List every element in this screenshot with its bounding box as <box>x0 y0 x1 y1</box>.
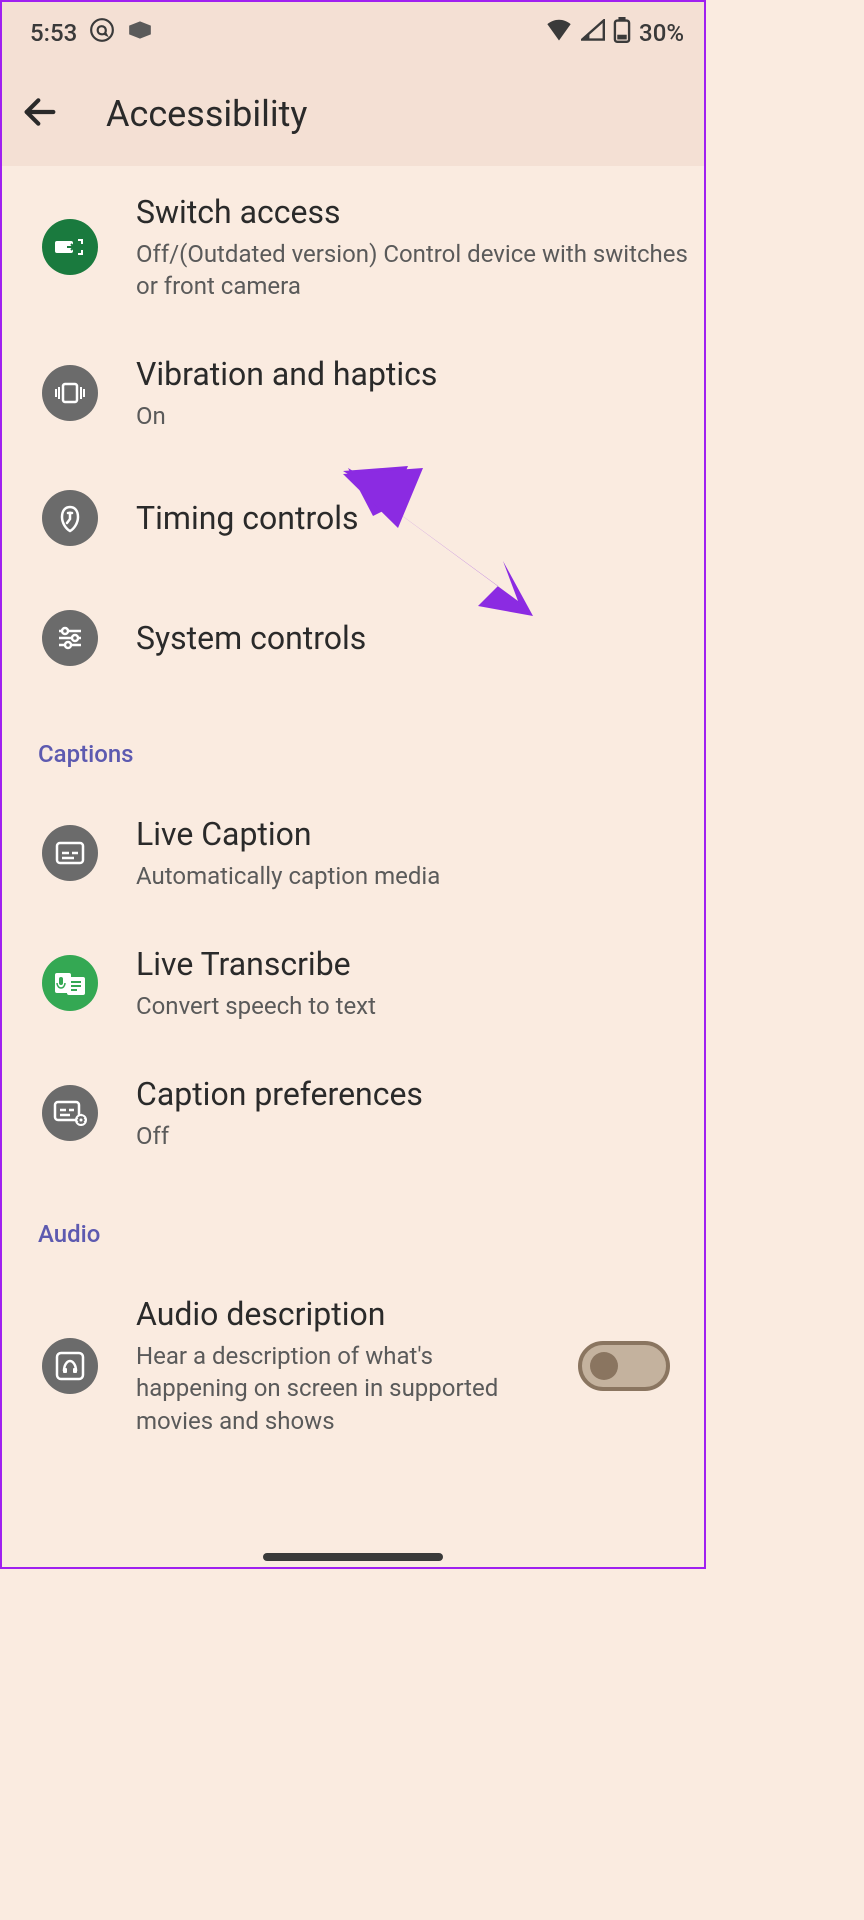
item-live-transcribe[interactable]: Live Transcribe Convert speech to text <box>2 918 704 1048</box>
item-title: Timing controls <box>136 498 692 540</box>
caption-preferences-icon <box>42 1085 98 1141</box>
item-title: Live Transcribe <box>136 944 692 986</box>
live-caption-icon <box>42 825 98 881</box>
item-title: Switch access <box>136 192 692 234</box>
status-left: 5:53 <box>30 17 153 49</box>
item-subtitle: On <box>136 400 692 432</box>
battery-percent: 30% <box>639 19 684 47</box>
section-audio: Audio <box>2 1178 704 1268</box>
item-title: Audio description <box>136 1294 540 1336</box>
audio-description-icon <box>42 1338 98 1394</box>
item-subtitle: Hear a description of what's happening o… <box>136 1340 540 1437</box>
signal-icon <box>581 19 605 47</box>
item-subtitle: Off/(Outdated version) Control device wi… <box>136 238 692 303</box>
wifi-icon <box>545 19 573 47</box>
back-button[interactable] <box>20 92 60 136</box>
item-title: Vibration and haptics <box>136 354 692 396</box>
live-transcribe-icon <box>42 955 98 1011</box>
vibration-icon <box>42 365 98 421</box>
switch-access-icon <box>42 219 98 275</box>
item-timing-controls[interactable]: Timing controls <box>2 458 704 578</box>
status-bar: 5:53 30% <box>2 2 704 64</box>
item-caption-preferences[interactable]: Caption preferences Off <box>2 1048 704 1178</box>
header-bar: Accessibility <box>2 64 704 166</box>
item-audio-description[interactable]: Audio description Hear a description of … <box>2 1268 704 1463</box>
item-system-controls[interactable]: System controls <box>2 578 704 698</box>
item-subtitle: Convert speech to text <box>136 990 692 1022</box>
item-subtitle: Off <box>136 1120 692 1152</box>
item-live-caption[interactable]: Live Caption Automatically caption media <box>2 788 704 918</box>
item-switch-access[interactable]: Switch access Off/(Outdated version) Con… <box>2 166 704 328</box>
item-title: Caption preferences <box>136 1074 692 1116</box>
system-controls-icon <box>42 610 98 666</box>
whatsapp-icon <box>89 17 115 49</box>
item-subtitle: Automatically caption media <box>136 860 692 892</box>
settings-list: Switch access Off/(Outdated version) Con… <box>2 166 704 1463</box>
status-time: 5:53 <box>30 19 77 47</box>
timing-icon <box>42 490 98 546</box>
package-icon <box>127 19 153 47</box>
status-right: 30% <box>545 17 684 49</box>
page-title: Accessibility <box>106 93 307 135</box>
toggle-knob <box>590 1352 618 1380</box>
audio-description-toggle[interactable] <box>578 1341 670 1391</box>
item-title: System controls <box>136 618 692 660</box>
battery-icon <box>613 17 631 49</box>
item-vibration-haptics[interactable]: Vibration and haptics On <box>2 328 704 458</box>
section-captions: Captions <box>2 698 704 788</box>
navigation-bar-handle[interactable] <box>263 1553 443 1561</box>
item-title: Live Caption <box>136 814 692 856</box>
